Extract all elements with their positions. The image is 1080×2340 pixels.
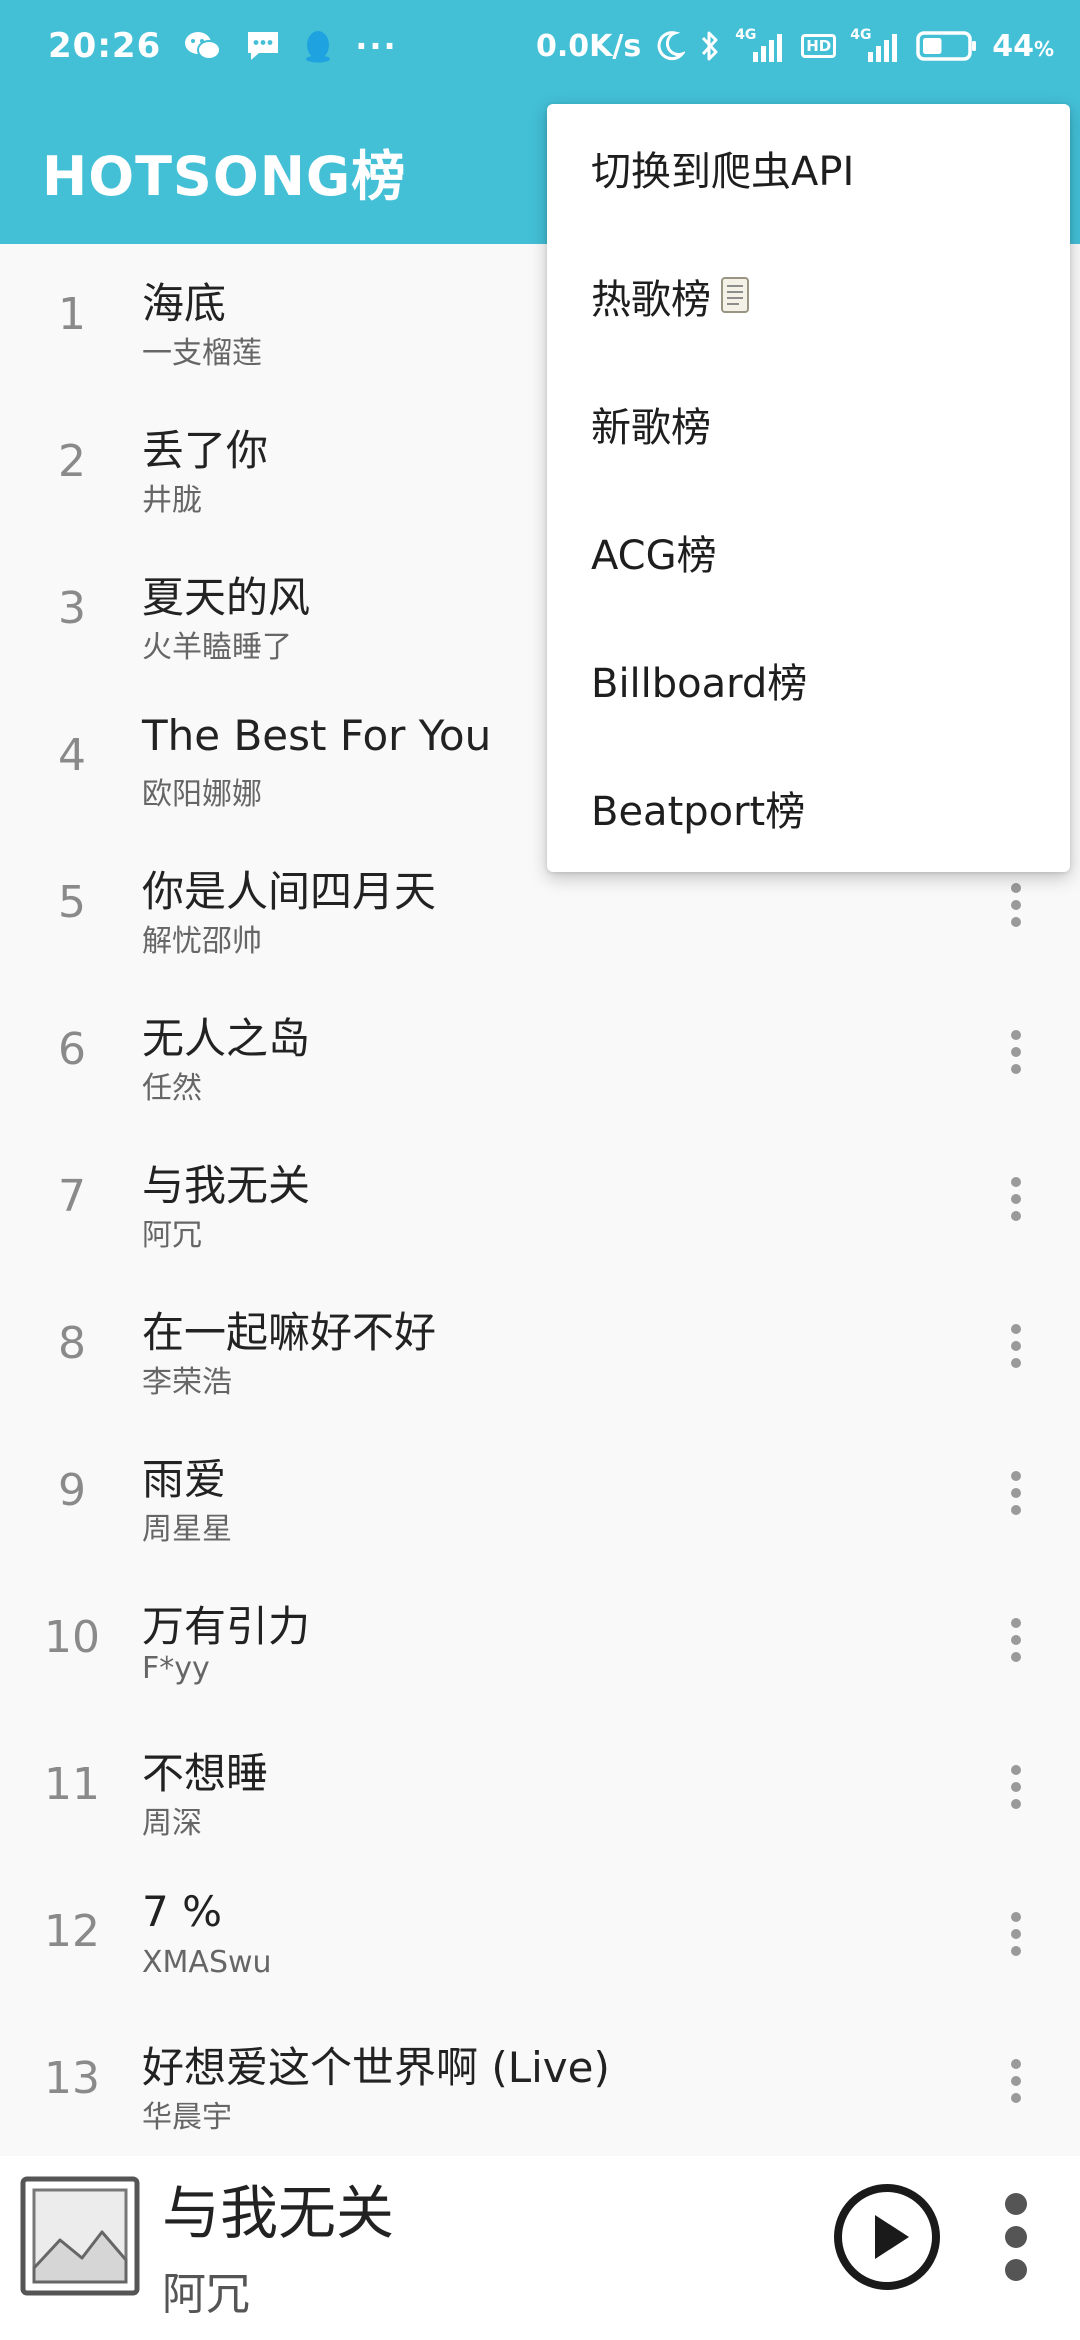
song-rank: 9 — [58, 1465, 86, 1516]
song-rank: 11 — [44, 1759, 100, 1810]
song-artist: 欧阳娜娜 — [142, 777, 262, 812]
song-title: 雨爱 — [142, 1455, 227, 1504]
more-vert-icon[interactable] — [986, 860, 1046, 950]
more-notifications: ··· — [355, 27, 398, 65]
song-title: 在一起嘛好不好 — [142, 1308, 437, 1357]
now-playing-artist: 阿冗 — [162, 2269, 250, 2320]
moon-icon — [655, 30, 686, 62]
bluetooth-icon — [699, 29, 721, 63]
song-artist: 一支榴莲 — [142, 336, 262, 371]
song-title: 7 % — [142, 1887, 222, 1936]
battery-fill — [923, 38, 942, 54]
battery-percent: 44% — [992, 28, 1054, 64]
status-time: 20:26 — [48, 26, 162, 66]
song-artist: 井胧 — [142, 483, 202, 518]
song-artist: 周深 — [142, 1806, 202, 1841]
more-vert-icon[interactable] — [986, 1448, 1046, 1538]
network-speed: 0.0K/s — [535, 28, 642, 64]
song-row[interactable]: 13 好想爱这个世界啊 (Live) 华晨宇 — [0, 2008, 1080, 2155]
more-vert-icon[interactable] — [988, 2182, 1044, 2292]
more-vert-icon[interactable] — [986, 1595, 1046, 1685]
song-artist: 任然 — [142, 1071, 202, 1106]
song-rank: 2 — [58, 436, 86, 487]
hd-badge: HD — [801, 34, 837, 58]
more-vert-icon[interactable] — [986, 1007, 1046, 1097]
song-rank: 7 — [58, 1171, 86, 1222]
song-artist: XMASwu — [142, 1945, 272, 1980]
song-title: 海底 — [142, 279, 227, 328]
scroll-icon — [717, 275, 753, 317]
song-row[interactable]: 8 在一起嘛好不好 李荣浩 — [0, 1273, 1080, 1420]
overflow-menu: 切换到爬虫API 热歌榜 新歌榜 ACG榜 Billboard榜 Beatpor… — [547, 104, 1070, 872]
song-title: The Best For You — [142, 711, 492, 760]
menu-item-switch-api[interactable]: 切换到爬虫API — [547, 104, 1070, 232]
now-playing-bar[interactable]: 与我无关 阿冗 — [0, 2156, 1080, 2340]
more-vert-icon[interactable] — [986, 1742, 1046, 1832]
song-rank: 10 — [44, 1612, 100, 1663]
song-rank: 5 — [58, 877, 86, 928]
menu-item-label: 切换到爬虫API — [591, 149, 855, 195]
more-vert-icon[interactable] — [986, 1889, 1046, 1979]
song-rank: 4 — [58, 730, 86, 781]
menu-item-label: 热歌榜 — [591, 277, 711, 323]
menu-item-label: ACG榜 — [591, 533, 717, 579]
song-title: 无人之岛 — [142, 1014, 311, 1063]
song-artist: F*yy — [142, 1651, 210, 1686]
song-row[interactable]: 6 无人之岛 任然 — [0, 979, 1080, 1126]
status-bar: 20:26 ··· 0.0K/s 4G HD 4G 44% — [0, 0, 1080, 92]
song-row[interactable]: 9 雨爱 周星星 — [0, 1420, 1080, 1567]
song-title: 好想爱这个世界啊 (Live) — [142, 2043, 610, 2092]
song-title: 与我无关 — [142, 1161, 311, 1210]
song-artist: 李荣浩 — [142, 1365, 232, 1400]
menu-item-label: Billboard榜 — [591, 661, 808, 707]
song-rank: 13 — [44, 2053, 100, 2104]
menu-item-hot-songs[interactable]: 热歌榜 — [547, 232, 1070, 360]
status-left: 20:26 ··· — [48, 22, 398, 70]
status-right: 0.0K/s 4G HD 4G 44% — [536, 22, 1054, 70]
song-title: 你是人间四月天 — [142, 867, 437, 916]
song-rank: 12 — [44, 1906, 100, 1957]
song-title: 夏天的风 — [142, 573, 311, 622]
page-title: HOTSONG榜 — [42, 145, 407, 208]
song-title: 万有引力 — [142, 1602, 311, 1651]
song-title: 丢了你 — [142, 426, 269, 475]
song-rank: 8 — [58, 1318, 86, 1369]
wechat-icon — [183, 29, 223, 63]
song-artist: 华晨宇 — [142, 2100, 232, 2135]
menu-item-billboard[interactable]: Billboard榜 — [547, 616, 1070, 744]
song-row[interactable]: 7 与我无关 阿冗 — [0, 1126, 1080, 1273]
battery-icon — [916, 30, 978, 62]
song-artist: 解忧邵帅 — [142, 924, 262, 959]
menu-item-beatport[interactable]: Beatport榜 — [547, 744, 1070, 872]
song-rank: 1 — [58, 289, 86, 340]
more-vert-icon[interactable] — [986, 1154, 1046, 1244]
album-cover-icon[interactable] — [20, 2176, 140, 2296]
more-vert-icon[interactable] — [986, 1301, 1046, 1391]
qq-icon — [303, 28, 333, 64]
menu-item-label: 新歌榜 — [591, 405, 711, 451]
now-playing-title: 与我无关 — [162, 2179, 395, 2247]
song-rank: 6 — [58, 1024, 86, 1075]
song-artist: 周星星 — [142, 1512, 232, 1547]
menu-item-label: Beatport榜 — [591, 789, 806, 835]
song-row[interactable]: 10 万有引力 F*yy — [0, 1567, 1080, 1714]
menu-item-new-songs[interactable]: 新歌榜 — [547, 360, 1070, 488]
song-title: 不想睡 — [142, 1749, 269, 1798]
song-row[interactable]: 11 不想睡 周深 — [0, 1714, 1080, 1861]
menu-item-acg[interactable]: ACG榜 — [547, 488, 1070, 616]
more-vert-icon[interactable] — [986, 2036, 1046, 2126]
play-icon[interactable] — [832, 2182, 942, 2292]
song-artist: 阿冗 — [142, 1218, 202, 1253]
signal-4g-icon-2: 4G — [850, 28, 902, 64]
song-artist: 火羊瞌睡了 — [142, 630, 292, 665]
song-row[interactable]: 12 7 % XMASwu — [0, 1861, 1080, 2008]
message-icon — [245, 29, 281, 63]
signal-4g-icon: 4G — [735, 28, 787, 64]
song-rank: 3 — [58, 583, 86, 634]
